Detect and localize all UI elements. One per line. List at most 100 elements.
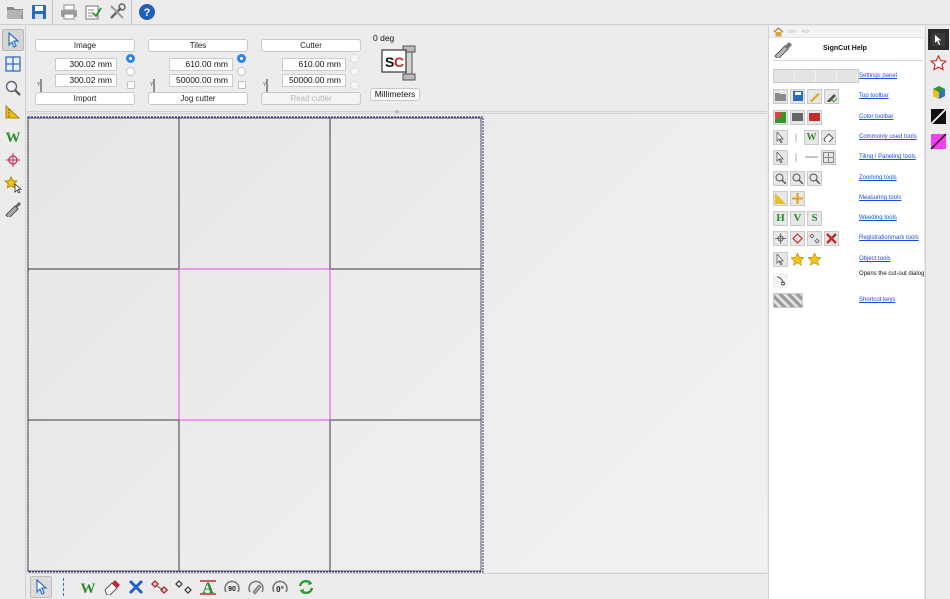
help-link-common-tools[interactable]: Commonly used tools — [859, 134, 917, 140]
tile-height-field[interactable]: 50000.00 mm — [169, 74, 233, 87]
red-fill-icon — [807, 109, 822, 125]
delete-x-icon[interactable] — [125, 576, 147, 598]
measure-cross-icon — [790, 190, 805, 206]
help-link-object-tools[interactable]: Object tools — [859, 256, 891, 262]
eraser-icon[interactable] — [101, 576, 123, 598]
checklist-icon[interactable] — [82, 1, 104, 23]
read-cutter-button[interactable]: Read cutter — [261, 92, 361, 105]
tiling-icon[interactable] — [2, 53, 24, 75]
weed-icon: W — [804, 129, 819, 145]
help-item-cutout-dialog: Opens the cut-out dialog — [773, 271, 925, 291]
tile[interactable] — [329, 117, 482, 270]
tile-width-field[interactable]: 610.00 mm — [169, 58, 233, 71]
tile[interactable] — [27, 419, 180, 572]
tile[interactable] — [178, 117, 331, 270]
help-link-weeding-tools[interactable]: Weeding tools — [859, 215, 897, 221]
image-height-field[interactable]: 300.02 mm — [55, 74, 117, 87]
rotate-0-icon[interactable]: 0° — [269, 576, 291, 598]
zoom-icon[interactable] — [2, 77, 24, 99]
text-a-icon[interactable]: A — [197, 576, 219, 598]
tile[interactable] — [27, 268, 180, 421]
selected-tile[interactable] — [178, 268, 331, 421]
help-link-registrationmark-tools[interactable]: Registrationmark tools — [859, 235, 919, 241]
node-tool-icon[interactable] — [928, 29, 949, 50]
help-link-settings-panel[interactable]: Settings panel — [859, 73, 897, 79]
magenta-fill-icon[interactable] — [928, 131, 949, 152]
image-radio-2[interactable] — [126, 67, 135, 76]
jog-cutter-button[interactable]: Jog cutter — [148, 92, 248, 105]
zoom-icon — [773, 170, 788, 186]
delete-x-icon — [824, 230, 839, 246]
rotate-knife-icon[interactable] — [245, 576, 267, 598]
help-link-color-toolbar[interactable]: Color toolbar — [859, 114, 893, 120]
pencil-icon — [807, 88, 822, 104]
cutter-knife-icon[interactable] — [2, 197, 24, 219]
color-cube-icon[interactable] — [928, 81, 949, 102]
image-title-button[interactable]: Image — [35, 39, 135, 52]
cutter-height-field[interactable]: 50000.00 mm — [282, 74, 346, 87]
top-toolbar: ? — [0, 0, 950, 25]
select-arrow-icon[interactable] — [30, 576, 52, 598]
signcut-logo-icon[interactable]: S C — [379, 42, 421, 85]
cutter-width-field[interactable]: 610.00 mm — [282, 58, 346, 71]
weed-icon[interactable]: W — [2, 125, 24, 147]
cutter-title-button[interactable]: Cutter — [261, 39, 361, 52]
tile[interactable] — [329, 268, 482, 421]
tile[interactable] — [329, 419, 482, 572]
open-icon — [773, 88, 788, 104]
select-arrow-icon[interactable] — [2, 29, 24, 51]
print-icon[interactable] — [58, 1, 80, 23]
weed-h-icon: H — [773, 210, 788, 226]
black-fill-icon[interactable] — [928, 106, 949, 127]
signcut-knife-icon — [773, 40, 793, 60]
regmark-outline-icon[interactable] — [173, 576, 195, 598]
tile[interactable] — [178, 268, 331, 421]
import-button[interactable]: Import — [35, 92, 135, 105]
help-item-object-tools: Object tools — [773, 250, 925, 268]
help-icon[interactable]: ? — [136, 1, 158, 23]
rotate-90-icon[interactable]: 90 — [221, 576, 243, 598]
object-star-icon[interactable] — [2, 173, 24, 195]
pen-check-icon — [824, 88, 839, 104]
tiles-checkbox[interactable] — [238, 81, 246, 89]
refresh-icon[interactable] — [295, 576, 317, 598]
color-cube-icon — [773, 109, 788, 125]
image-width-field[interactable]: 300.02 mm — [55, 58, 117, 71]
help-navigation: ⇦ ⇨ — [769, 26, 925, 38]
cutter-radio-1[interactable] — [350, 54, 359, 63]
image-checkbox[interactable] — [127, 81, 135, 89]
cutter-radio-3[interactable] — [350, 81, 359, 90]
tiling-icon — [821, 149, 836, 165]
help-link-top-toolbar[interactable]: Top toolbar — [859, 93, 889, 99]
image-radio-1[interactable] — [126, 54, 135, 63]
units-button[interactable]: Millimeters — [370, 88, 420, 101]
tiles-radio-1[interactable] — [237, 54, 246, 63]
regmark-diamond-icon — [790, 230, 805, 246]
help-link-zooming-tools[interactable]: Zooming tools — [859, 175, 897, 181]
home-icon[interactable] — [773, 27, 784, 39]
registration-mark-icon[interactable] — [2, 149, 24, 171]
forward-icon[interactable]: ⇨ — [802, 26, 810, 37]
measure-icon[interactable] — [2, 101, 24, 123]
sheet-border — [27, 116, 484, 573]
help-link-tiling-tools[interactable]: Tiling / Paneling tools — [859, 154, 916, 160]
tile[interactable] — [178, 419, 331, 572]
regmark-icon[interactable] — [149, 576, 171, 598]
toolbar-separator — [63, 578, 64, 596]
open-icon[interactable] — [4, 1, 26, 23]
star-select-icon — [807, 252, 822, 267]
tiles-radio-2[interactable] — [237, 67, 246, 76]
star-shape-icon[interactable] — [928, 53, 949, 74]
help-link-measuring-tools[interactable]: Measuring tools — [859, 195, 901, 201]
tools-icon[interactable] — [106, 1, 128, 23]
weed-icon[interactable]: W — [77, 576, 99, 598]
svg-text:W: W — [6, 130, 21, 144]
canvas-area[interactable] — [27, 113, 767, 573]
save-icon[interactable] — [28, 1, 50, 23]
tiles-title-button[interactable]: Tiles — [148, 39, 248, 52]
cutter-radio-2[interactable] — [350, 67, 359, 76]
help-item-zooming-tools: Zooming tools — [773, 169, 925, 187]
back-icon[interactable]: ⇦ — [788, 26, 796, 37]
help-link-shortcut-keys[interactable]: Shortcut keys — [859, 297, 895, 303]
tile[interactable] — [27, 117, 180, 270]
